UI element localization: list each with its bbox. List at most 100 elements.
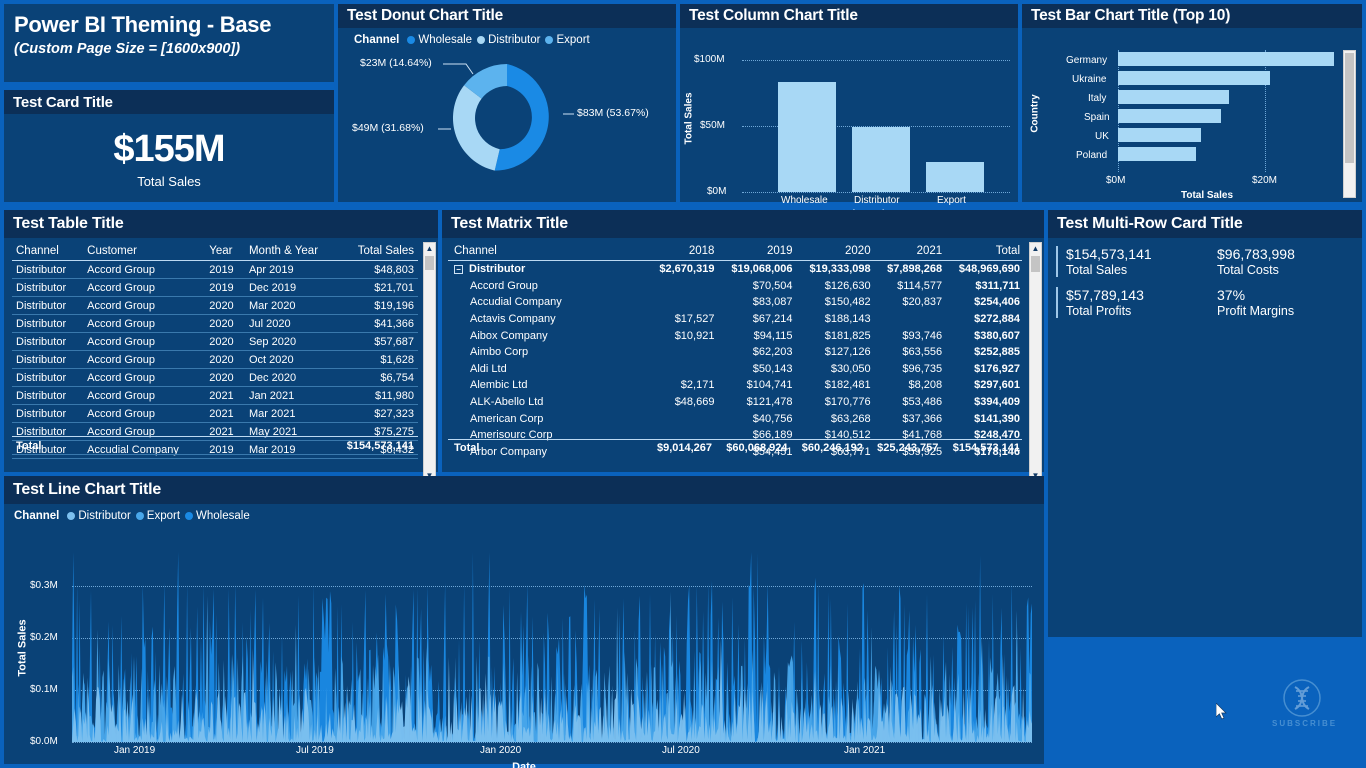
- legend-text-export: Export: [556, 34, 590, 46]
- column-bar-distributor[interactable]: [852, 127, 910, 192]
- matrix-row[interactable]: Aibox Company $10,921 $94,115 $181,825 $93,7…: [448, 327, 1022, 344]
- matrix-row[interactable]: ALK-Abello Ltd $48,669 $121,478 $170,776 $53…: [448, 394, 1022, 411]
- matrix-row-label: Actavis Company: [470, 313, 556, 326]
- bar-spain[interactable]: [1118, 109, 1221, 123]
- table-col-channel[interactable]: Channel: [12, 242, 84, 261]
- legend-swatch-export: [135, 512, 144, 520]
- table-cell: $57,687: [339, 332, 418, 351]
- donut-label-export: $23M (14.64%): [360, 57, 432, 69]
- page-title: Power BI Theming - Base: [14, 12, 272, 37]
- table-col-year[interactable]: Year: [205, 242, 245, 261]
- column-chart-visual[interactable]: Test Column Chart Title Total Sales $100…: [680, 4, 1018, 220]
- table-cell: $11,980: [339, 386, 418, 405]
- bar-chart-scrollbar[interactable]: [1343, 50, 1356, 198]
- card-visual[interactable]: Test Card Title $155M Total Sales: [4, 90, 334, 202]
- column-plot-area: Total Sales $100M $50M $0M Wholesale Dis…: [680, 28, 1018, 220]
- table-cell: Mar 2020: [244, 296, 340, 315]
- matrix-row[interactable]: Aldi Ltd $50,143 $30,050 $96,735 $176,927: [448, 361, 1022, 378]
- donut-legend: Channel Wholesale Distributor Export: [338, 28, 676, 46]
- table-col-customer[interactable]: Customer: [83, 242, 206, 261]
- legend-item-distributor[interactable]: Distributor: [477, 34, 540, 46]
- matrix-cell: $70,504: [752, 279, 793, 292]
- table-col-total-sales[interactable]: Total Sales: [339, 242, 418, 261]
- matrix-scrollbar-thumb[interactable]: [1031, 256, 1040, 272]
- table-cell: Apr 2019: [244, 260, 340, 279]
- line-x-tick-jan2021: Jan 2021: [844, 745, 886, 756]
- donut-chart-visual[interactable]: Test Donut Chart Title Channel Wholesale…: [338, 4, 676, 202]
- matrix-col-2019[interactable]: 2019: [720, 242, 799, 261]
- scroll-up-icon[interactable]: ▲: [1030, 243, 1041, 254]
- table-row[interactable]: Distributor Accord Group 2020 Oct 2020 $1,62…: [12, 350, 418, 369]
- legend-item-wholesale[interactable]: Wholesale: [185, 510, 250, 522]
- legend-item-export[interactable]: Export: [545, 34, 590, 46]
- table-row[interactable]: Distributor Accord Group 2021 Mar 2021 $27,3…: [12, 404, 418, 423]
- matrix-row-label: Aldi Ltd: [470, 362, 507, 375]
- legend-item-distributor[interactable]: Distributor: [67, 510, 131, 522]
- column-gridline-100m: [742, 60, 1010, 61]
- matrix-row-label: Aibox Company: [470, 329, 548, 342]
- table-scrollbar[interactable]: ▲ ▼: [423, 242, 436, 482]
- bar-poland[interactable]: [1118, 147, 1196, 161]
- matrix-col-channel[interactable]: Channel: [448, 242, 649, 261]
- matrix-row[interactable]: Accudial Company $83,087 $150,482 $20,837 $2…: [448, 294, 1022, 311]
- matrix-col-2018[interactable]: 2018: [648, 242, 721, 261]
- matrix-col-2020[interactable]: 2020: [798, 242, 877, 261]
- bar-ukraine[interactable]: [1118, 71, 1270, 85]
- table-total-value: $154,573,141: [136, 436, 418, 455]
- table-cell: Distributor: [12, 350, 84, 369]
- bar-italy[interactable]: [1118, 90, 1229, 104]
- matrix-row[interactable]: Alembic Ltd $2,171 $104,741 $182,481 $8,208 $…: [448, 377, 1022, 394]
- table-cell: $48,803: [339, 260, 418, 279]
- collapse-expander-icon[interactable]: −: [454, 264, 463, 274]
- bar-scrollbar-thumb[interactable]: [1345, 53, 1354, 163]
- multirow-value: $96,783,998: [1217, 246, 1295, 262]
- multirow-value: 37%: [1217, 287, 1246, 303]
- bar-x-tick-0m: $0M: [1106, 175, 1126, 186]
- matrix-row[interactable]: American Corp $40,756 $63,268 $37,366 $141,3…: [448, 410, 1022, 427]
- table-visual[interactable]: Test Table Title Channel Customer Year M…: [4, 210, 438, 482]
- table-row[interactable]: Distributor Accord Group 2021 Jan 2021 $11,9…: [12, 386, 418, 405]
- table-row[interactable]: Distributor Accord Group 2020 Jul 2020 $41,3…: [12, 314, 418, 333]
- matrix-body-rows: − Distributor $2,670,319 $19,068,006 $19,333…: [448, 261, 1022, 461]
- legend-text-distributor: Distributor: [488, 34, 541, 46]
- column-bar-wholesale[interactable]: [778, 82, 836, 192]
- legend-item-export[interactable]: Export: [135, 510, 181, 522]
- matrix-row[interactable]: Accord Group $70,504 $126,630 $114,577 $311,…: [448, 278, 1022, 295]
- table-cell: 2020: [205, 332, 245, 351]
- table-body: Channel Customer Year Month & Year Total…: [4, 238, 438, 482]
- column-gridline-0m: [742, 192, 1010, 193]
- table-row[interactable]: Distributor Accord Group 2020 Mar 2020 $19,1…: [12, 296, 418, 315]
- table-cell: Distributor: [12, 278, 84, 297]
- table-row[interactable]: Distributor Accord Group 2020 Dec 2020 $6,75…: [12, 368, 418, 387]
- matrix-row[interactable]: Actavis Company $17,527 $67,214 $188,143 $27…: [448, 311, 1022, 328]
- table-row[interactable]: Distributor Accord Group 2019 Dec 2019 $21,7…: [12, 278, 418, 297]
- matrix-cell: $297,601: [974, 379, 1020, 392]
- bar-cat-spain: Spain: [1084, 112, 1110, 123]
- data-table: Channel Customer Year Month & Year Total…: [12, 242, 418, 459]
- matrix-col-2021[interactable]: 2021: [876, 242, 949, 261]
- legend-item-wholesale[interactable]: Wholesale: [407, 34, 472, 46]
- matrix-row[interactable]: Aimbo Corp $62,203 $127,126 $63,556 $252,885: [448, 344, 1022, 361]
- table-cell: Accord Group: [83, 386, 206, 405]
- column-bar-export[interactable]: [926, 162, 984, 192]
- bar-chart-visual[interactable]: Test Bar Chart Title (Top 10) Country Ge…: [1022, 4, 1362, 202]
- multirow-card-visual[interactable]: Test Multi-Row Card Title $154,573,141 T…: [1048, 210, 1362, 637]
- report-page: Power BI Theming - Base (Custom Page Siz…: [0, 0, 1366, 768]
- bar-germany[interactable]: [1118, 52, 1334, 66]
- matrix-visual[interactable]: Test Matrix Title Channel 2018 2019 2020…: [442, 210, 1044, 482]
- table-col-month[interactable]: Month & Year: [244, 242, 340, 261]
- matrix-group-row[interactable]: − Distributor $2,670,319 $19,068,006 $19,333…: [448, 261, 1022, 278]
- scroll-up-icon[interactable]: ▲: [424, 243, 435, 254]
- table-cell: 2020: [205, 314, 245, 333]
- table-row[interactable]: Distributor Accord Group 2019 Apr 2019 $48,8…: [12, 260, 418, 279]
- bar-uk[interactable]: [1118, 128, 1201, 142]
- donut-plot-area: $83M (53.67%) $49M (31.68%) $23M (14.64%…: [338, 46, 676, 196]
- matrix-cell: $182,481: [824, 379, 871, 392]
- matrix-col-total[interactable]: Total: [948, 242, 1022, 261]
- table-scrollbar-thumb[interactable]: [425, 256, 434, 270]
- column-y-tick-100m: $100M: [694, 54, 725, 65]
- line-chart-visual[interactable]: Test Line Chart Title Channel Distributo…: [4, 476, 1044, 768]
- legend-text-export: Export: [146, 510, 181, 522]
- table-row[interactable]: Distributor Accord Group 2020 Sep 2020 $57,6…: [12, 332, 418, 351]
- matrix-scrollbar[interactable]: ▲ ▼: [1029, 242, 1042, 482]
